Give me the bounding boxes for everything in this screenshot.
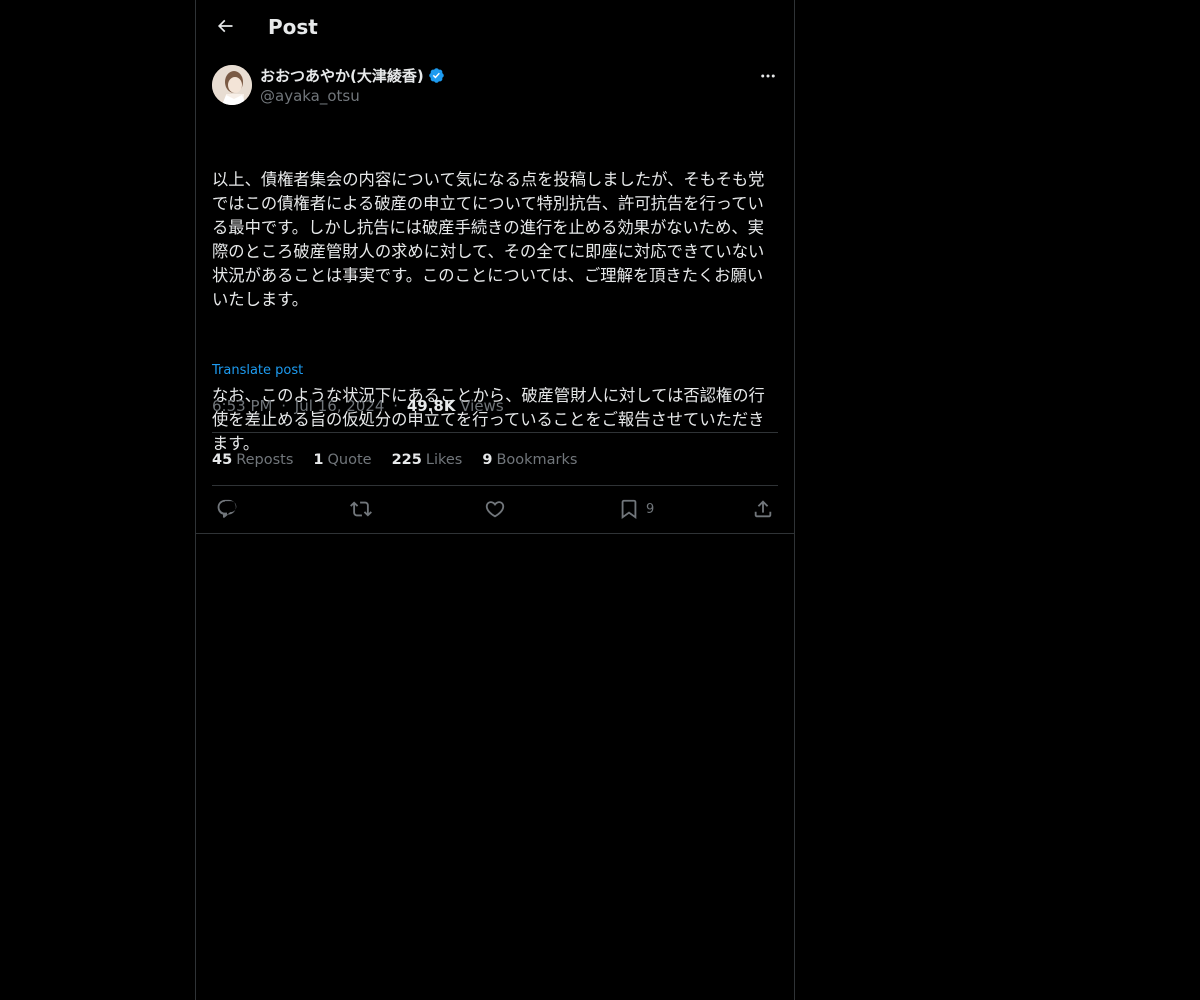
bookmarks-stat[interactable]: 9 Bookmarks (482, 450, 577, 470)
arrow-left-icon (215, 16, 235, 36)
post-date[interactable]: Jul 16, 2024 (295, 397, 385, 415)
reply-icon (216, 498, 238, 520)
post-meta: 6:53 PM · Jul 16, 2024 · 49.8K Views (212, 396, 504, 416)
repost-icon (350, 498, 372, 520)
translate-post-link[interactable]: Translate post (212, 362, 303, 380)
bookmark-button[interactable]: 9 (618, 496, 654, 522)
post-paragraph-1: 以上、債権者集会の内容について気になる点を投稿しましたが、そもそも党ではこの債権… (212, 170, 765, 309)
verified-badge-icon (428, 67, 445, 84)
top-bar: Post (196, 0, 794, 53)
meta-separator: · (281, 397, 287, 415)
meta-separator: · (393, 397, 399, 415)
avatar[interactable] (212, 65, 252, 105)
bookmark-icon (618, 498, 640, 520)
views-count: 49.8K (406, 397, 456, 415)
engagement-stats: 45 Reposts 1 Quote 225 Likes 9 Bookmarks (212, 450, 577, 470)
views-label: Views (460, 397, 504, 415)
author-handle[interactable]: @ayaka_otsu (260, 86, 360, 106)
more-horizontal-icon (759, 67, 777, 85)
bookmark-count: 9 (646, 501, 655, 517)
post-paragraph-2: なお、このような状況下にあることから、破産管財人に対しては否認権の行使を差止める… (212, 386, 765, 453)
more-options-button[interactable] (758, 66, 778, 86)
reposts-stat[interactable]: 45 Reposts (212, 450, 293, 470)
action-bar: 9 (212, 496, 778, 522)
heart-icon (484, 498, 506, 520)
post-bottom-border (196, 533, 794, 534)
share-icon (752, 498, 774, 520)
page-title: Post (268, 15, 318, 39)
like-button[interactable] (484, 496, 506, 522)
likes-stat[interactable]: 225 Likes (392, 450, 463, 470)
main-column: Post おおつあやか(大津綾香) @ayaka_otsu 以上、債権者集会の内… (195, 0, 795, 1000)
back-button[interactable] (208, 9, 242, 43)
post-text: 以上、債権者集会の内容について気になる点を投稿しましたが、そもそも党ではこの債権… (212, 120, 776, 504)
divider (212, 432, 778, 433)
reply-button[interactable] (216, 496, 238, 522)
author-name-row[interactable]: おおつあやか(大津綾香) (260, 64, 445, 86)
divider (212, 485, 778, 486)
quotes-stat[interactable]: 1 Quote (313, 450, 371, 470)
post-time[interactable]: 6:53 PM (212, 397, 272, 415)
repost-button[interactable] (350, 496, 372, 522)
author-name[interactable]: おおつあやか(大津綾香) (260, 65, 424, 86)
share-button[interactable] (752, 496, 774, 522)
